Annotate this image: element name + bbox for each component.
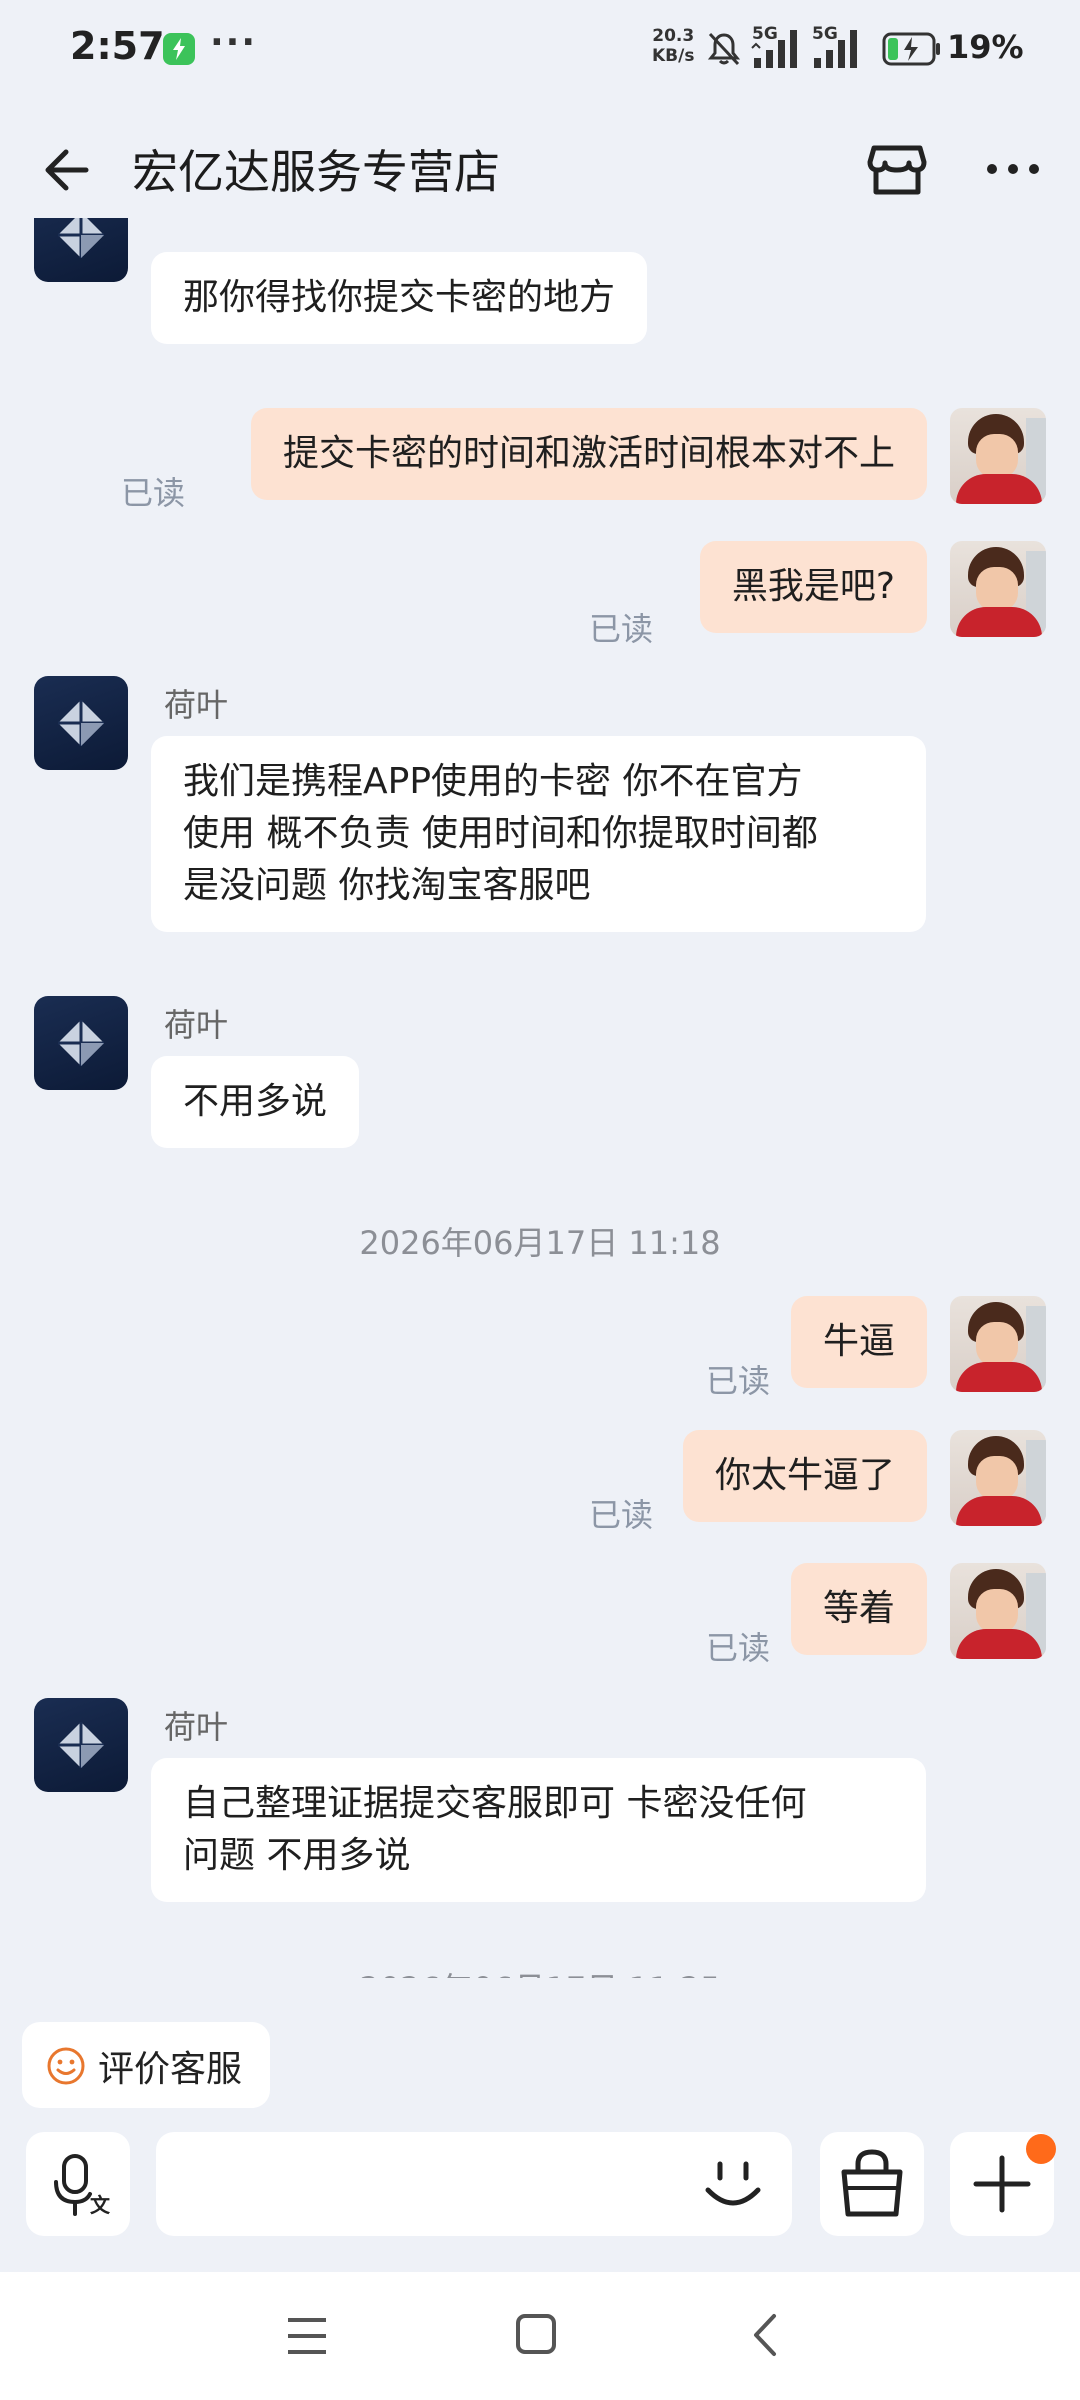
message-bubble-incoming[interactable]: 不用多说 [151,1056,360,1148]
more-button[interactable] [978,134,1048,204]
input-toolbar: 文 [0,2132,1080,2238]
read-status: 已读 [706,1629,771,1667]
user-avatar[interactable] [950,1296,1046,1392]
back-icon[interactable] [746,2312,786,2358]
back-arrow-icon [45,149,89,191]
message-input[interactable] [156,2132,792,2236]
app-notification-icon [163,33,195,65]
shopping-bag-button[interactable] [820,2132,924,2236]
message-bubble-outgoing[interactable]: 黑我是吧? [699,541,927,633]
user-avatar[interactable] [950,1430,1046,1526]
message-line: 使用 概不负责 使用时间和你提取时间都 [183,813,818,854]
sender-name: 荷叶 [164,1708,229,1746]
message-bubble-outgoing[interactable]: 你太牛逼了 [682,1430,927,1522]
home-icon[interactable] [514,2312,558,2356]
read-status: 已读 [121,474,186,512]
mute-icon [707,32,741,66]
read-status: 已读 [589,610,654,648]
shop-avatar[interactable] [34,218,128,282]
signal-icon [814,30,857,68]
shop-avatar[interactable] [34,676,128,770]
message-bubble-outgoing[interactable]: 提交卡密的时间和激活时间根本对不上 [250,408,927,500]
status-bar: 2:57 ··· 20.3 KB/s 5G 5G 19% [0,0,1080,100]
store-button[interactable] [862,134,932,204]
message-bubble-incoming[interactable]: 自己整理证据提交客服即可 卡密没任何 问题 不用多说 [151,1758,926,1902]
status-more-dots: ··· [210,22,258,63]
emoji-button[interactable] [698,2154,768,2218]
message-bubble-outgoing[interactable]: 等着 [790,1563,927,1655]
shop-logo-icon [58,1020,104,1066]
network-speed-value: 20.3 [652,26,695,46]
sender-name: 荷叶 [164,1006,229,1044]
shopping-bag-icon [841,2149,903,2217]
shop-avatar[interactable] [34,996,128,1090]
shop-avatar[interactable] [34,1698,128,1792]
message-list[interactable]: 那你得找你提交卡密的地方 已读 提交卡密的时间和激活时间根本对不上 已读 黑我是… [0,218,1080,1978]
message-bubble-incoming[interactable]: 我们是携程APP使用的卡密 你不在官方 使用 概不负责 使用时间和你提取时间都 … [151,736,926,932]
voice-translate-icon: 文 [54,2154,111,2217]
more-icon [987,164,1039,174]
message-line: 问题 不用多说 [183,1835,411,1876]
user-avatar[interactable] [950,1563,1046,1659]
shop-logo-icon [58,1722,104,1768]
rate-service-button[interactable]: 评价客服 [22,2022,270,2108]
menu-icon[interactable] [284,2314,330,2358]
battery-percent: 19% [947,28,1024,66]
user-avatar[interactable] [950,408,1046,504]
timestamp: 2026年06月17日 11:18 [359,1224,721,1262]
sender-name: 荷叶 [164,686,229,724]
voice-input-button[interactable]: 文 [26,2132,130,2236]
svg-text:文: 文 [90,2193,111,2217]
read-status: 已读 [706,1362,771,1400]
timestamp: 2026年06月17日 11:25 [0,1964,1080,1978]
system-nav-bar [0,2272,1080,2400]
status-time: 2:57 [70,24,165,68]
smiley-icon [47,2047,85,2085]
read-status: 已读 [589,1496,654,1534]
network-speed-unit: KB/s [652,46,695,66]
message-line: 我们是携程APP使用的卡密 你不在官方 [183,761,803,802]
back-button[interactable] [36,138,100,202]
store-icon [867,145,927,195]
notification-badge [1026,2134,1056,2164]
rate-service-label: 评价客服 [98,2049,243,2090]
message-line: 是没问题 你找淘宝客服吧 [183,865,591,906]
shop-logo-icon [58,218,104,258]
signal-icon [751,30,797,68]
page-title: 宏亿达服务专营店 [132,145,500,199]
battery-charging-icon [882,32,940,66]
shop-logo-icon [58,700,104,746]
chat-header: 宏亿达服务专营店 [0,118,1080,218]
user-avatar[interactable] [950,541,1046,637]
message-line: 自己整理证据提交客服即可 卡密没任何 [183,1783,807,1824]
message-bubble-incoming[interactable]: 那你得找你提交卡密的地方 [151,252,648,344]
network-speed: 20.3 KB/s [652,26,694,66]
message-bubble-outgoing[interactable]: 牛逼 [790,1296,927,1388]
emoji-icon [705,2161,761,2206]
